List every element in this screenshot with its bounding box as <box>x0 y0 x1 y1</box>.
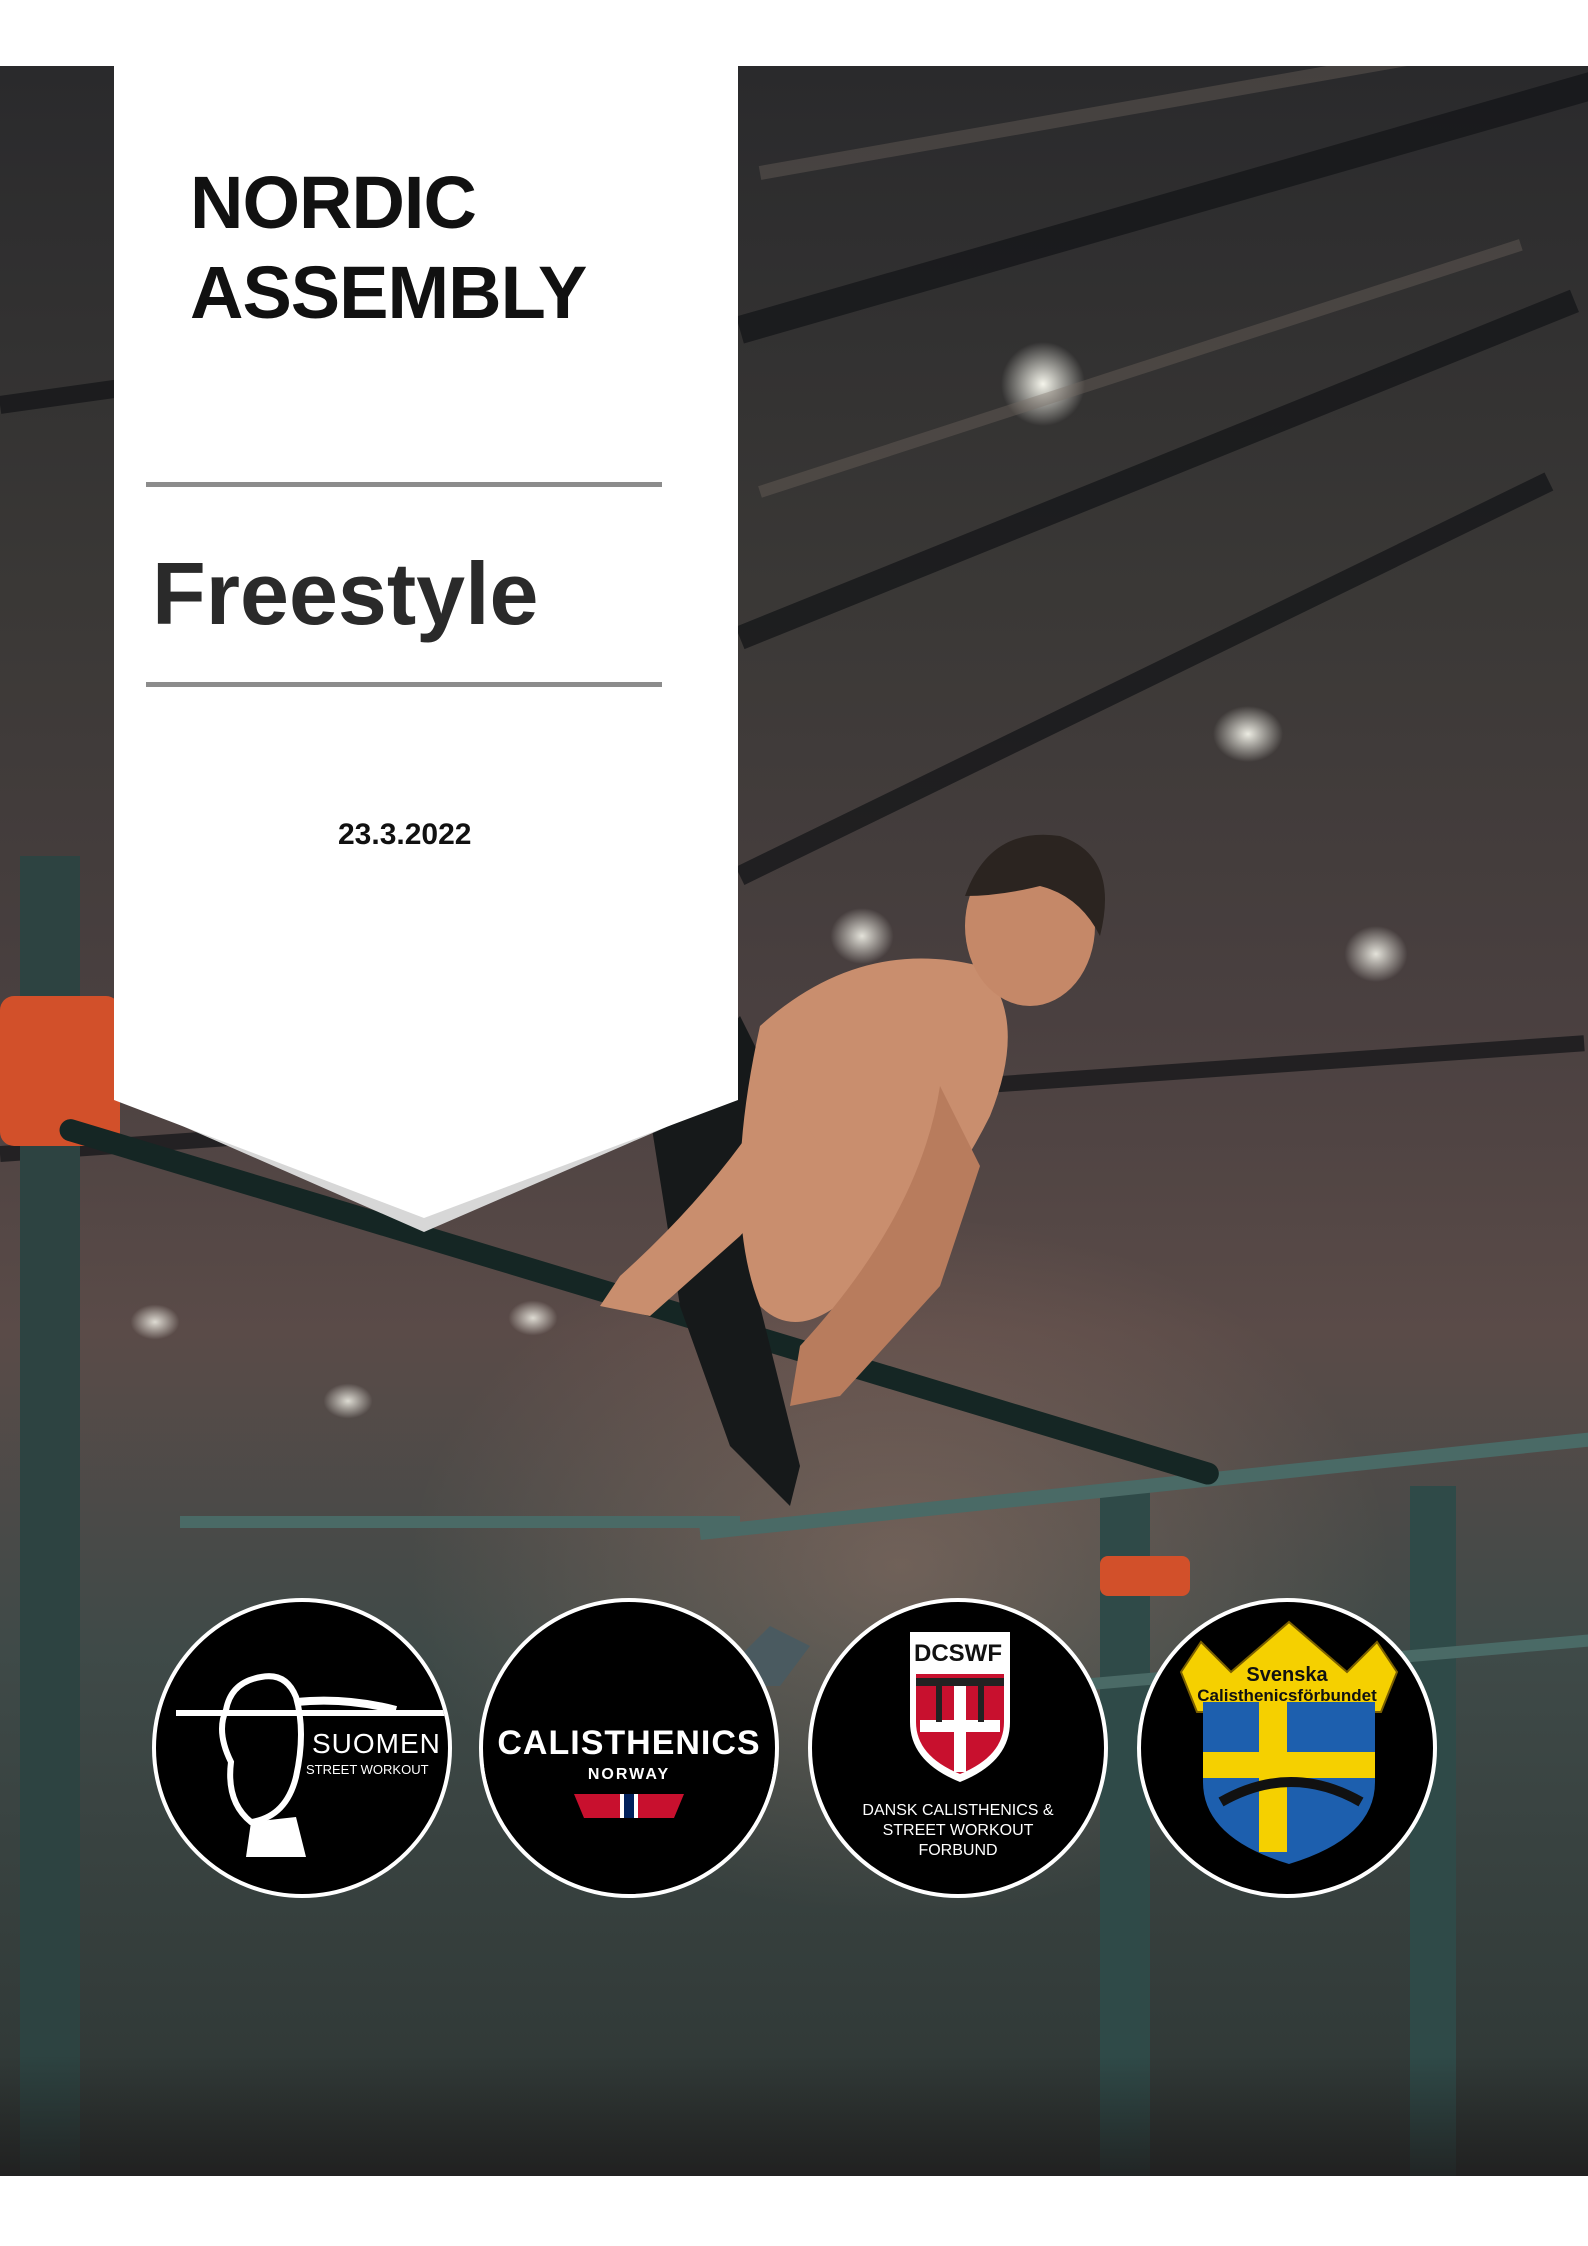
logo-2-line2-text: NORWAY <box>579 1766 679 1783</box>
logo-3-line2: DANSK CALISTHENICS & <box>862 1802 1054 1819</box>
dcswf-logo: DCSWF DANSK CALISTHENICS & STREET WORKOU… <box>808 1598 1108 1898</box>
swedish-crown-shield-icon <box>1179 1620 1399 1864</box>
title-line-2: ASSEMBLY <box>190 251 587 334</box>
subtitle: Freestyle <box>152 544 539 643</box>
logo-3-line1: DCSWF <box>914 1640 1002 1667</box>
logo-2-line1: CALISTHENICS <box>497 1724 761 1762</box>
logo-4-line2: Calisthenicsförbundet <box>1197 1686 1377 1705</box>
bottom-margin <box>0 2176 1588 2246</box>
norway-flag-icon <box>574 1794 684 1818</box>
logo-3-line3: STREET WORKOUT <box>882 1822 1034 1839</box>
logo-1-line2: STREET WORKOUT <box>306 1762 429 1777</box>
title-line-1: NORDIC <box>190 161 477 244</box>
svenska-calisthenicsforbundet-logo: Svenska Calisthenicsförbundet <box>1137 1598 1437 1898</box>
logo-3-line4: FORBUND <box>918 1842 998 1859</box>
divider-top <box>146 482 662 487</box>
logo-4-line1: Svenska <box>1246 1664 1328 1686</box>
logo-1-line1: SUOMEN <box>312 1728 441 1759</box>
suomen-street-workout-logo: SUOMEN STREET WORKOUT <box>152 1598 452 1898</box>
calisthenics-norway-logo: CALISTHENICS NORWAY <box>479 1598 779 1898</box>
logo-2-line2: NORWAY <box>483 1766 775 1784</box>
date: 23.3.2022 <box>338 818 472 851</box>
divider-bottom <box>146 682 662 687</box>
